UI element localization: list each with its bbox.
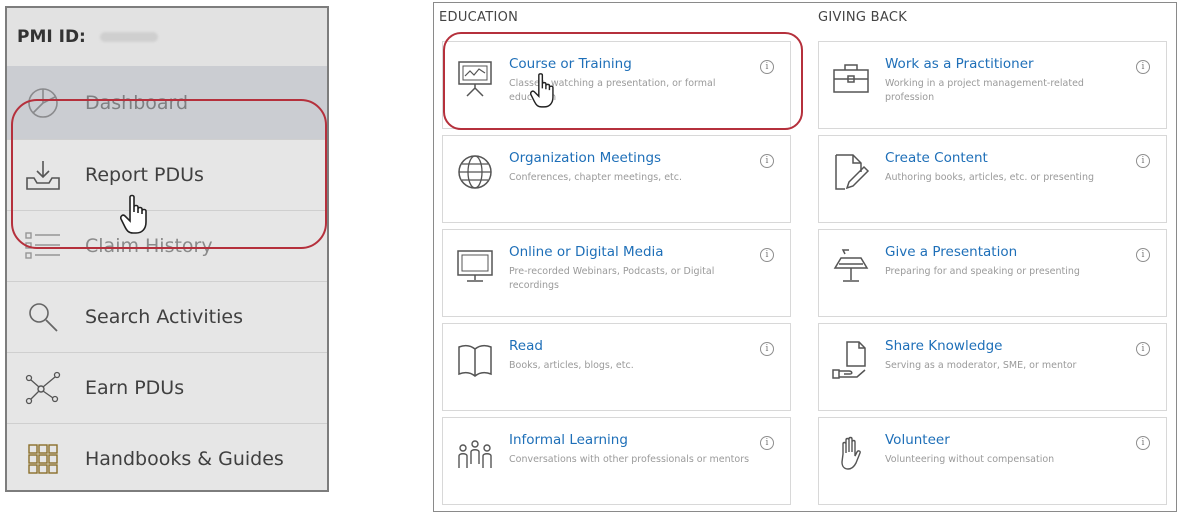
pmi-id-label: PMI ID: [17,27,86,47]
sidebar: PMI ID: Dashboard Report PDUs Claim Hist… [5,6,329,492]
card-title: Volunteer [885,432,950,448]
card-online-or-digital-media[interactable]: Online or Digital Media Pre-recorded Web… [442,229,791,317]
sidebar-item-label: Report PDUs [85,164,204,186]
giving-back-heading: GIVING BACK [818,10,908,25]
info-icon[interactable]: i [1136,60,1150,74]
open-book-icon [455,340,495,380]
people-icon [455,434,495,474]
card-title: Course or Training [509,56,632,72]
card-read[interactable]: Read Books, articles, blogs, etc. i [442,323,791,411]
card-title: Create Content [885,150,988,166]
info-icon[interactable]: i [760,436,774,450]
card-description: Classes, watching a presentation, or for… [509,78,716,103]
hand-document-icon [831,340,871,380]
sidebar-item-label: Handbooks & Guides [85,448,284,470]
card-title: Work as a Practitioner [885,56,1034,72]
card-title: Online or Digital Media [509,244,664,260]
card-description: Books, articles, blogs, etc. [509,360,634,371]
card-description: Conferences, chapter meetings, etc. [509,172,683,183]
earn-pdus-icon [21,368,65,408]
handbooks-icon [21,439,65,479]
card-work-as-a-practitioner[interactable]: Work as a Practitioner Working in a proj… [818,41,1167,129]
card-title: Read [509,338,543,354]
card-description: Authoring books, articles, etc. or prese… [885,172,1094,183]
search-icon [21,297,65,337]
education-heading: EDUCATION [439,10,519,25]
card-informal-learning[interactable]: Informal Learning Conversations with oth… [442,417,791,505]
sidebar-item-label: Dashboard [85,91,189,114]
card-share-knowledge[interactable]: Share Knowledge Serving as a moderator, … [818,323,1167,411]
sidebar-item-report-pdus[interactable]: Report PDUs [7,139,327,210]
info-icon[interactable]: i [760,60,774,74]
info-icon[interactable]: i [1136,154,1150,168]
globe-icon [455,152,495,192]
podium-icon [831,246,871,286]
sidebar-item-label: Earn PDUs [85,377,185,399]
info-icon[interactable]: i [1136,248,1150,262]
document-pen-icon [831,152,871,192]
card-course-or-training[interactable]: Course or Training Classes, watching a p… [442,41,791,129]
sidebar-item-label: Claim History [85,235,213,257]
sidebar-item-claim-history[interactable]: Claim History [7,210,327,281]
briefcase-icon [831,58,871,98]
raised-hand-icon [831,434,871,474]
sidebar-item-handbooks-guides[interactable]: Handbooks & Guides [7,423,327,490]
card-create-content[interactable]: Create Content Authoring books, articles… [818,135,1167,223]
card-give-a-presentation[interactable]: Give a Presentation Preparing for and sp… [818,229,1167,317]
sidebar-item-label: Search Activities [85,306,243,328]
report-pdus-icon [21,155,65,195]
presentation-board-icon [455,58,495,98]
card-description: Conversations with other professionals o… [509,454,750,465]
monitor-icon [455,246,495,286]
card-volunteer[interactable]: Volunteer Volunteering without compensat… [818,417,1167,505]
card-title: Informal Learning [509,432,628,448]
pmi-id-value-redacted [99,32,158,42]
pmi-id-row: PMI ID: [7,8,327,66]
info-icon[interactable]: i [1136,436,1150,450]
card-organization-meetings[interactable]: Organization Meetings Conferences, chapt… [442,135,791,223]
card-description: Working in a project management-related … [885,78,1084,103]
card-description: Pre-recorded Webinars, Podcasts, or Digi… [509,266,715,291]
card-title: Give a Presentation [885,244,1018,260]
claim-history-icon [21,226,65,266]
card-description: Preparing for and speaking or presenting [885,266,1080,277]
card-title: Organization Meetings [509,150,662,166]
sidebar-item-earn-pdus[interactable]: Earn PDUs [7,352,327,423]
card-description: Volunteering without compensation [885,454,1055,465]
activity-category-panel: EDUCATION GIVING BACK Course or Training… [433,2,1177,512]
info-icon[interactable]: i [760,154,774,168]
info-icon[interactable]: i [760,248,774,262]
info-icon[interactable]: i [1136,342,1150,356]
sidebar-item-dashboard[interactable]: Dashboard [7,66,327,139]
card-description: Serving as a moderator, SME, or mentor [885,360,1077,371]
dashboard-icon [21,83,65,123]
info-icon[interactable]: i [760,342,774,356]
card-title: Share Knowledge [885,338,1003,354]
sidebar-item-search-activities[interactable]: Search Activities [7,281,327,352]
